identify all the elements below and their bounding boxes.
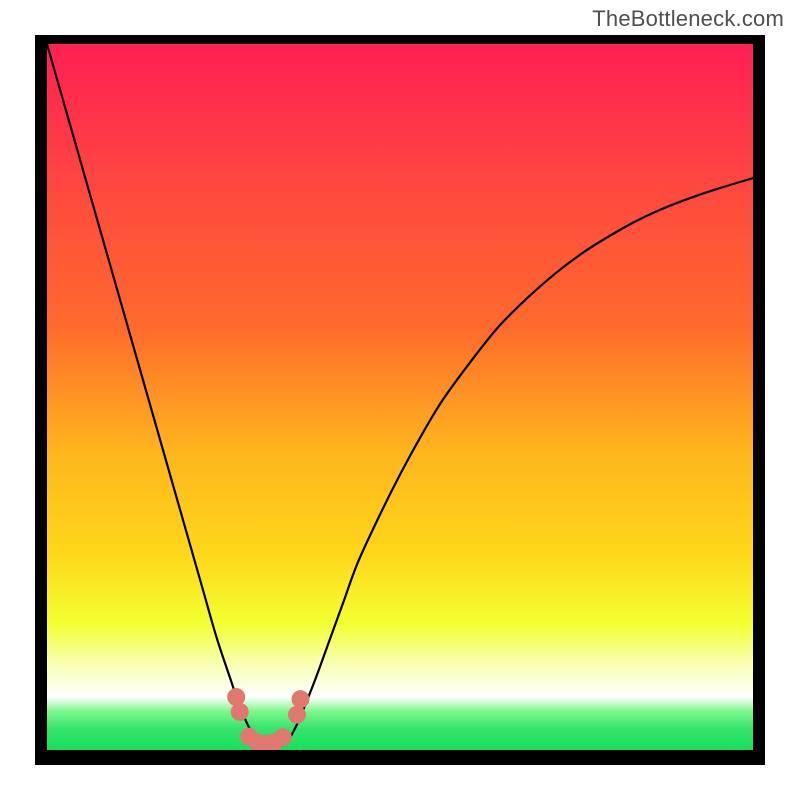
curve-marker (274, 728, 292, 746)
chart-plot (47, 44, 753, 750)
curve-marker (288, 706, 306, 724)
watermark-text: TheBottleneck.com (592, 6, 784, 32)
curve-marker (231, 703, 249, 721)
chart-svg (47, 44, 753, 750)
chart-frame (35, 35, 765, 765)
curve-marker (291, 690, 309, 708)
